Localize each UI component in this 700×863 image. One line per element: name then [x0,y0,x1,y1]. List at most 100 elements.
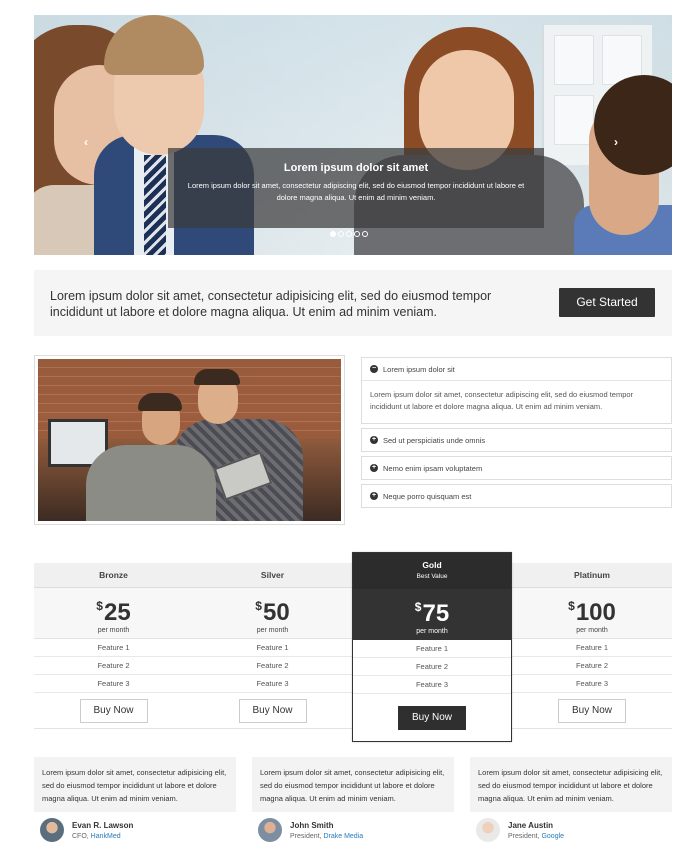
accordion-header[interactable]: − Lorem ipsum dolor sit [362,358,671,380]
accordion-item[interactable]: + Neque porro quisquam est [361,484,672,508]
plan-cta: Buy Now [34,693,193,729]
company-link[interactable]: Drake Media [323,833,363,840]
currency-symbol: $ [255,599,262,613]
testimonial-quote: Lorem ipsum dolor sit amet, consectetur … [34,757,236,812]
feature-item: Feature 3 [512,675,672,693]
price-period: per month [256,627,289,634]
testimonial-card: Lorem ipsum dolor sit amet, consectetur … [252,757,454,842]
carousel-caption-text: Lorem ipsum dolor sit amet, consectetur … [187,181,525,202]
author-role: CFO, [72,832,91,840]
carousel-prev-icon[interactable]: ‹ [84,135,88,149]
accordion-header[interactable]: + Nemo enim ipsam voluptatem [362,457,671,479]
carousel-caption: Lorem ipsum dolor sit amet Lorem ipsum d… [168,148,544,228]
callout-panel: Lorem ipsum dolor sit amet, consectetur … [34,270,672,336]
feature-item: Feature 2 [512,657,672,675]
price-period: per month [416,628,448,635]
feature-item: Feature 2 [353,658,511,676]
callout-text: Lorem ipsum dolor sit amet, consectetur … [50,289,492,319]
plan-gold: Gold Best Value $75 per month Feature 1 … [352,552,512,742]
feature-item: Feature 3 [193,675,352,693]
plan-name: Platinum [512,563,672,588]
feature-item: Feature 2 [193,657,352,675]
feature-item: Feature 3 [34,675,193,693]
plus-icon: + [370,436,378,444]
carousel-indicators [330,231,368,237]
testimonial-card: Lorem ipsum dolor sit amet, consectetur … [34,757,236,842]
plan-cta: Buy Now [193,693,352,729]
feature-item: Feature 1 [512,639,672,657]
price-amount: 50 [262,599,290,626]
accordion-item[interactable]: − Lorem ipsum dolor sit Lorem ipsum dolo… [361,357,672,424]
get-started-button[interactable]: Get Started [559,288,655,317]
plus-icon: + [370,464,378,472]
plan-name: Gold [422,560,442,570]
plan-cta: Buy Now [512,693,672,729]
plan-price: $75 per month [353,589,511,640]
carousel-dot[interactable] [346,231,352,237]
buy-now-button[interactable]: Buy Now [238,698,307,723]
feature-item: Feature 1 [193,639,352,657]
carousel-dot[interactable] [330,231,336,237]
plan-price: $100 per month [512,588,672,639]
accordion: − Lorem ipsum dolor sit Lorem ipsum dolo… [361,357,672,512]
hero-person-2-tie [144,155,166,255]
plan-price: $25 per month [34,588,193,639]
avatar [40,818,64,842]
accordion-item[interactable]: + Sed ut perspiciatis unde omnis [361,428,672,452]
feature-item: Feature 1 [353,640,511,658]
accordion-title: Nemo enim ipsam voluptatem [383,463,483,473]
carousel-dot[interactable] [338,231,344,237]
company-link[interactable]: HankMed [91,833,121,840]
testimonial-author: Evan R. Lawson CFO, HankMed [40,818,236,842]
buy-now-button[interactable]: Buy Now [79,698,148,723]
carousel-next-icon[interactable]: › [614,135,618,149]
accordion-item[interactable]: + Nemo enim ipsam voluptatem [361,456,672,480]
carousel-dot[interactable] [362,231,368,237]
buy-now-button[interactable]: Buy Now [398,705,466,730]
testimonial-author: John Smith President, Drake Media [258,818,454,842]
price-amount: 75 [422,600,450,627]
currency-symbol: $ [96,599,103,613]
currency-symbol: $ [414,600,422,614]
avatar [476,818,500,842]
plan-cta: Buy Now [353,694,511,741]
price-amount: 100 [575,599,616,626]
buy-now-button[interactable]: Buy Now [558,698,626,723]
author-name: Jane Austin [508,820,554,830]
currency-symbol: $ [568,599,575,613]
feature-item: Feature 2 [34,657,193,675]
accordion-header[interactable]: + Neque porro quisquam est [362,485,671,507]
author-role: President, [508,832,542,840]
price-amount: 25 [103,599,131,626]
accordion-title: Lorem ipsum dolor sit [383,364,455,374]
photo-man-2-hair [194,369,240,385]
testimonial-author: Jane Austin President, Google [476,818,672,842]
minus-icon: − [370,365,378,373]
plan-name: Bronze [34,563,193,588]
price-period: per month [576,627,608,634]
plan-price: $50 per month [193,588,352,639]
accordion-header[interactable]: + Sed ut perspiciatis unde omnis [362,429,671,451]
plan-badge: Best Value [416,573,448,580]
photo-man-1-hair [138,393,182,411]
testimonial-quote: Lorem ipsum dolor sit amet, consectetur … [470,757,672,812]
accordion-body: Lorem ipsum dolor sit amet, consectetur … [362,380,671,423]
avatar [258,818,282,842]
company-link[interactable]: Google [541,833,564,840]
accordion-title: Neque porro quisquam est [383,491,472,501]
team-photo-image [38,359,341,521]
plan-silver: Silver $50 per month Feature 1 Feature 2… [193,563,353,729]
carousel-dot[interactable] [354,231,360,237]
price-period: per month [97,627,130,634]
pricing-table: Bronze $25 per month Feature 1 Feature 2… [34,552,672,742]
plan-bronze: Bronze $25 per month Feature 1 Feature 2… [34,563,194,729]
photo-man-1-body [86,445,216,521]
plus-icon: + [370,492,378,500]
plan-platinum: Platinum $100 per month Feature 1 Featur… [512,563,672,729]
team-photo [34,355,345,525]
testimonial-quote: Lorem ipsum dolor sit amet, consectetur … [252,757,454,812]
feature-item: Feature 1 [34,639,193,657]
plan-name: Silver [193,563,352,588]
author-role: President, [290,832,324,840]
accordion-title: Sed ut perspiciatis unde omnis [383,435,486,445]
